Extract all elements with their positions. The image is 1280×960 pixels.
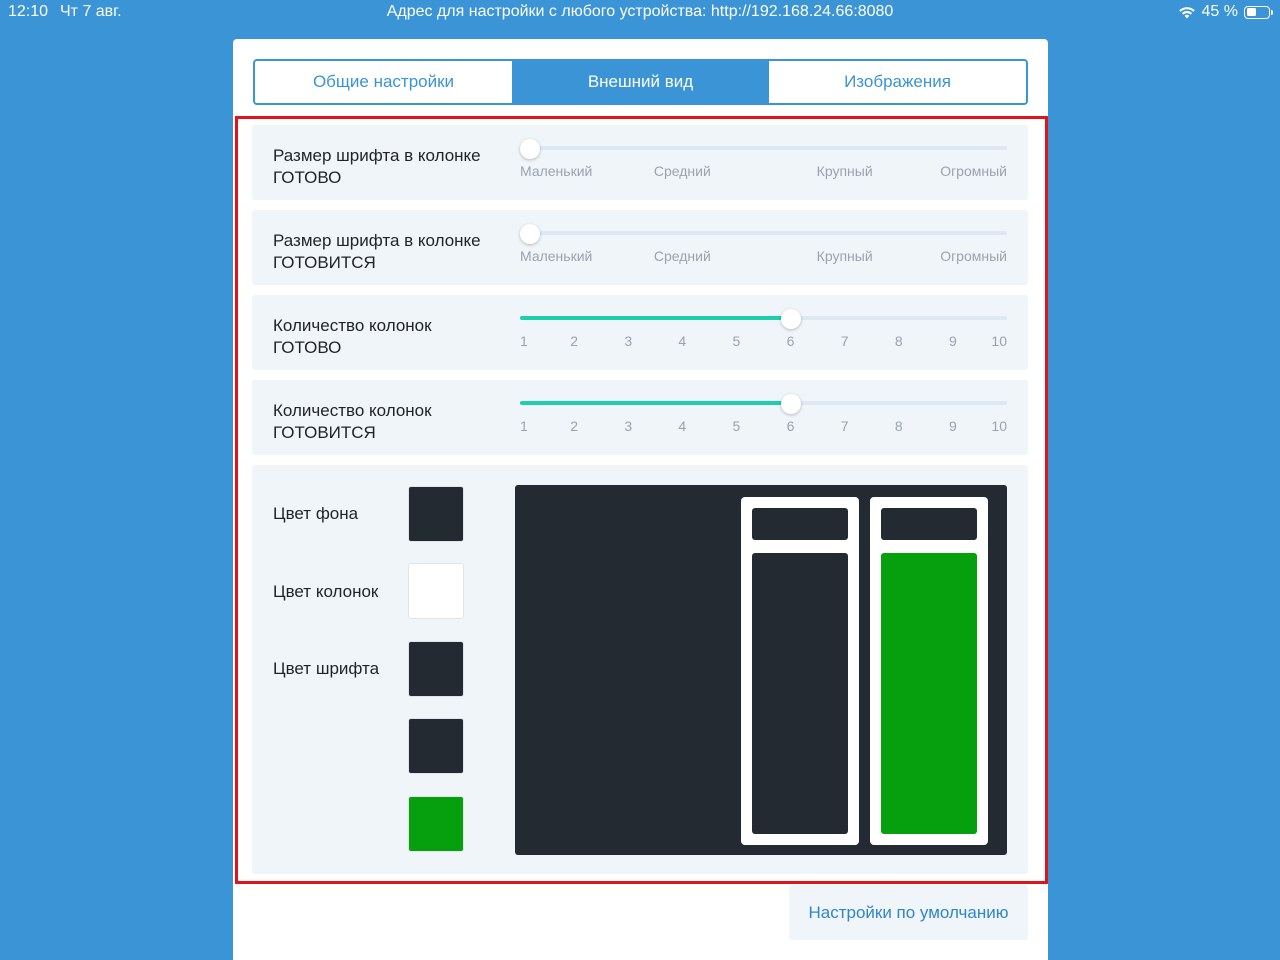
font-size-cooking-row: Размер шрифта в колонке ГОТОВИТСЯ Малень… <box>252 210 1028 285</box>
slider-tick-label[interactable]: 2 <box>570 418 578 434</box>
font-size-cooking-slider[interactable]: Маленький Средний Крупный Огромный <box>520 224 1007 276</box>
background-color-swatch[interactable] <box>408 486 464 542</box>
slider-tick-label[interactable]: Огромный <box>940 248 1007 264</box>
slider-tick-label[interactable]: 10 <box>991 333 1007 349</box>
slider-tick-label[interactable]: 10 <box>991 418 1007 434</box>
colors-row: Цвет фона Цвет колонок Цвет шрифта <box>252 465 1028 874</box>
slider-tick-label[interactable]: 8 <box>895 418 903 434</box>
slider-thumb[interactable] <box>780 309 801 329</box>
font-color-label: Цвет шрифта <box>273 659 380 678</box>
slider-ticks: 1 2 3 4 5 6 7 8 9 10 <box>520 418 1007 438</box>
slider-tick-label[interactable]: Средний <box>654 248 711 264</box>
preview-column-body <box>752 553 848 834</box>
columns-color-swatch[interactable] <box>408 563 464 619</box>
slider-tick-label[interactable]: 9 <box>949 418 957 434</box>
font-size-cooking-label: Размер шрифта в колонке ГОТОВИТСЯ <box>273 231 481 272</box>
slider-thumb[interactable] <box>520 224 540 244</box>
slider-tick-label[interactable]: 4 <box>678 418 686 434</box>
font-size-ready-row: Размер шрифта в колонке ГОТОВО Маленький… <box>252 125 1028 200</box>
slider-tick-label[interactable]: 3 <box>624 418 632 434</box>
slider-tick-label[interactable]: 6 <box>787 418 795 434</box>
columns-ready-label: Количество колонок ГОТОВО <box>273 316 432 357</box>
slider-tick-label[interactable]: 1 <box>520 418 528 434</box>
slider-fill <box>520 401 791 405</box>
slider-tick-label[interactable]: 9 <box>949 333 957 349</box>
slider-tick-label[interactable]: 1 <box>520 333 528 349</box>
color-swatch-5[interactable] <box>408 796 464 852</box>
slider-ticks: Маленький Средний Крупный Огромный <box>520 248 1007 268</box>
slider-tick-label[interactable]: 4 <box>678 333 686 349</box>
preview-column-body <box>881 553 977 834</box>
preview-column-cooking <box>741 497 859 845</box>
tab-bar: Общие настройки Внешний вид Изображения <box>253 59 1028 105</box>
reset-defaults-button[interactable]: Настройки по умолчанию <box>789 885 1028 940</box>
columns-ready-row: Количество колонок ГОТОВО 1 2 3 4 5 6 7 8 9 10 <box>252 295 1028 370</box>
slider-tick-label[interactable]: 8 <box>895 333 903 349</box>
battery-level <box>1246 8 1256 16</box>
color-swatch-4[interactable] <box>408 718 464 774</box>
columns-cooking-row: Количество колонок ГОТОВИТСЯ 1 2 3 4 5 6 7 8 9 10 <box>252 380 1028 455</box>
preview-column-ready <box>870 497 988 845</box>
font-size-ready-label: Размер шрифта в колонке ГОТОВО <box>273 146 481 187</box>
columns-color-label: Цвет колонок <box>273 582 379 601</box>
slider-fill <box>520 316 791 320</box>
tab-general-settings[interactable]: Общие настройки <box>255 61 512 103</box>
slider-tick-label[interactable]: 5 <box>733 333 741 349</box>
slider-tick-label[interactable]: Маленький <box>520 163 592 179</box>
slider-tick-label[interactable]: Крупный <box>817 163 873 179</box>
tab-appearance[interactable]: Внешний вид <box>512 61 769 103</box>
font-size-ready-slider[interactable]: Маленький Средний Крупный Огромный <box>520 139 1007 191</box>
slider-tick-label[interactable]: 6 <box>787 333 795 349</box>
slider-tick-label[interactable]: Огромный <box>940 163 1007 179</box>
tab-images[interactable]: Изображения <box>769 61 1026 103</box>
slider-thumb[interactable] <box>520 139 540 159</box>
slider-thumb[interactable] <box>780 394 801 414</box>
battery-icon <box>1244 5 1273 19</box>
wifi-icon <box>1178 7 1195 19</box>
columns-cooking-slider[interactable]: 1 2 3 4 5 6 7 8 9 10 <box>520 394 1007 446</box>
font-color-swatch[interactable] <box>408 641 464 697</box>
slider-tick-label[interactable]: 3 <box>624 333 632 349</box>
slider-ticks: Маленький Средний Крупный Огромный <box>520 163 1007 183</box>
slider-tick-label[interactable]: 7 <box>841 333 849 349</box>
slider-tick-label[interactable]: 2 <box>570 333 578 349</box>
slider-tick-label[interactable]: Средний <box>654 163 711 179</box>
status-bar: 12:10 Чт 7 авг. Адрес для настройки с лю… <box>0 0 1280 26</box>
slider-track[interactable] <box>520 146 1007 150</box>
slider-tick-label[interactable]: Крупный <box>817 248 873 264</box>
status-address: Адрес для настройки с любого устройства:… <box>386 3 894 20</box>
columns-cooking-label: Количество колонок ГОТОВИТСЯ <box>273 401 432 442</box>
slider-ticks: 1 2 3 4 5 6 7 8 9 10 <box>520 333 1007 353</box>
battery-percent: 45 % <box>1201 3 1238 20</box>
settings-panel: Общие настройки Внешний вид Изображения … <box>233 39 1048 960</box>
slider-tick-label[interactable]: 7 <box>841 418 849 434</box>
preview-column-header <box>881 508 977 540</box>
slider-tick-label[interactable]: 5 <box>733 418 741 434</box>
preview-column-header <box>752 508 848 540</box>
slider-tick-label[interactable]: Маленький <box>520 248 592 264</box>
appearance-preview <box>515 485 1007 855</box>
status-right: 45 % <box>1178 3 1273 21</box>
slider-track[interactable] <box>520 231 1007 235</box>
background-color-label: Цвет фона <box>273 504 359 523</box>
columns-ready-slider[interactable]: 1 2 3 4 5 6 7 8 9 10 <box>520 309 1007 361</box>
